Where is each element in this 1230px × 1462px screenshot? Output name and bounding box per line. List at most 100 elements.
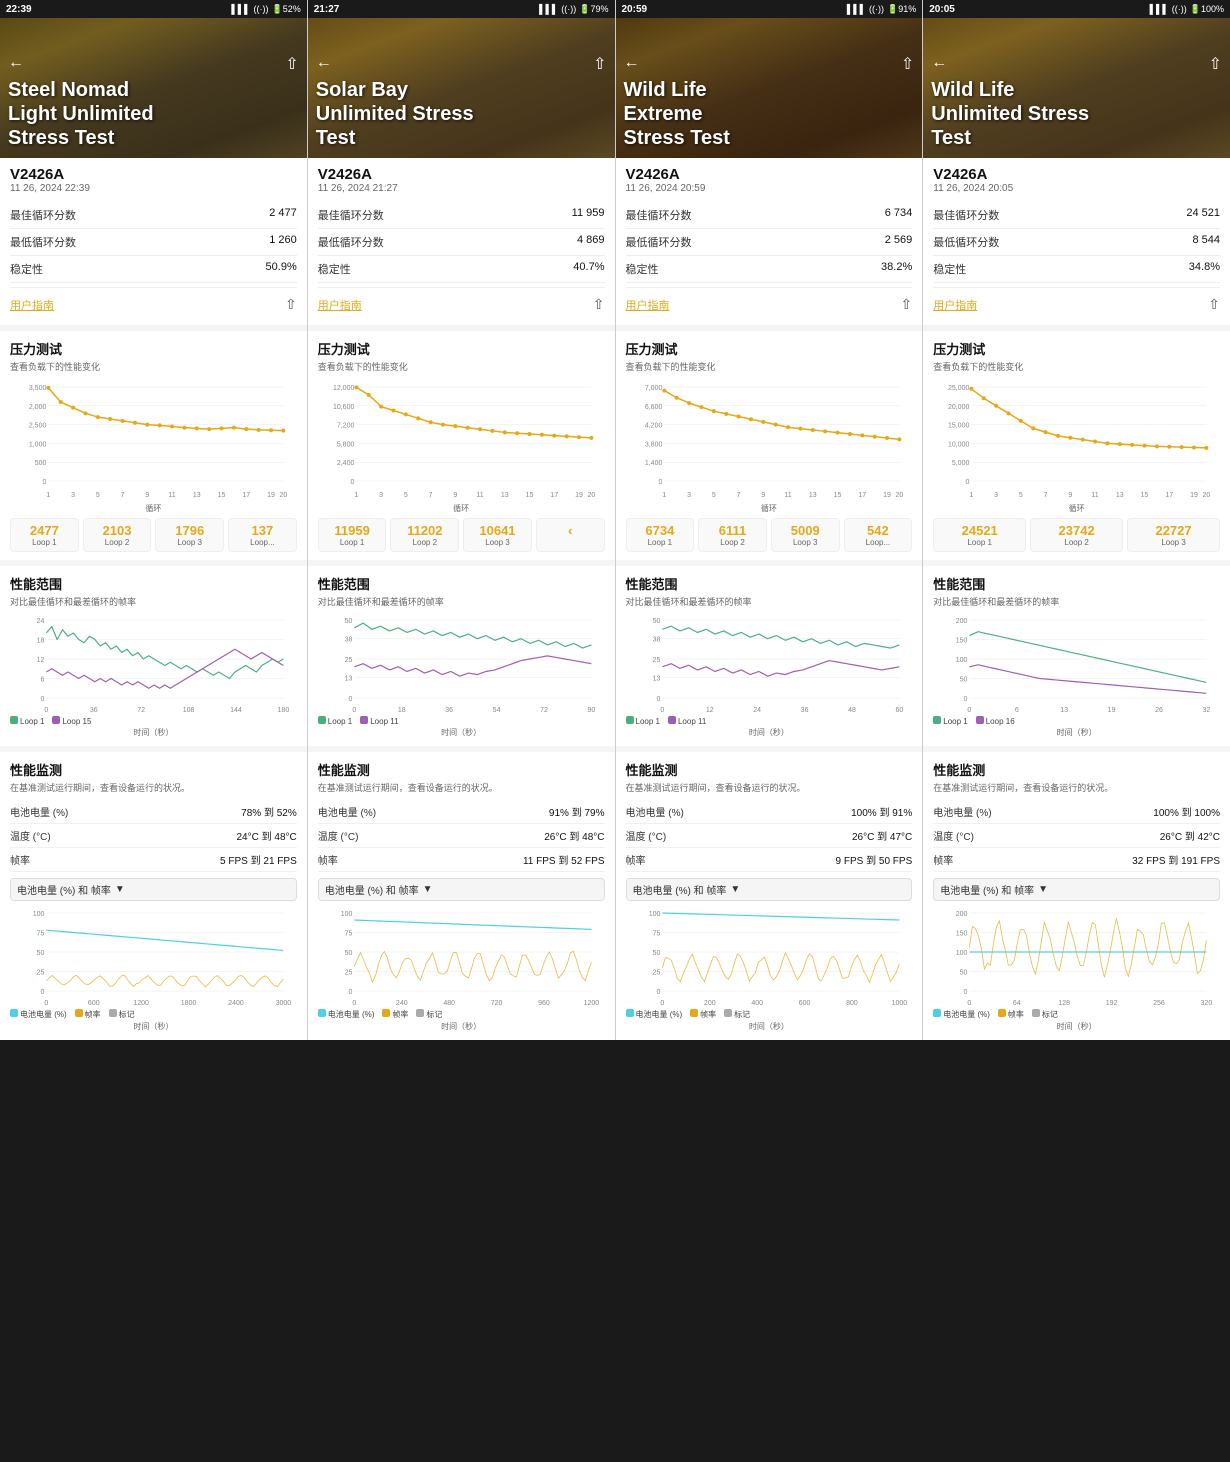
battery-dropdown[interactable]: 电池电量 (%) 和 帧率 ▼ [933, 878, 1220, 901]
svg-text:9: 9 [145, 492, 149, 499]
monitor-label: 电池电量 (%) [10, 804, 68, 819]
share-icon[interactable]: ⇧ [285, 296, 297, 313]
svg-text:18: 18 [37, 638, 45, 645]
back-icon[interactable]: ← [624, 54, 640, 74]
loop-label-1: Loop 1 [14, 538, 75, 547]
battery-dropdown[interactable]: 电池电量 (%) 和 帧率 ▼ [318, 878, 605, 901]
range-section: 性能范围 对比最佳循环和最差循环的帧率 01325385001836547290… [308, 566, 615, 746]
pressure-subtitle: 查看负载下的性能变化 [626, 360, 913, 373]
battery-chart: 050100150200064128192256320 [933, 907, 1220, 1007]
svg-text:13: 13 [808, 492, 816, 499]
svg-text:3000: 3000 [276, 1000, 292, 1007]
svg-text:72: 72 [137, 707, 145, 714]
range-section: 性能范围 对比最佳循环和最差循环的帧率 05010015020006131926… [923, 566, 1230, 746]
loop-value-3: 1796 Loop 3 [155, 518, 224, 552]
user-guide-link[interactable]: 用户指南 [933, 297, 977, 313]
monitor-row: 帧率 32 FPS 到 191 FPS [933, 848, 1220, 872]
stat-value: 11 959 [572, 207, 605, 223]
svg-text:7: 7 [121, 492, 125, 499]
stat-value: 34.8% [1189, 261, 1220, 277]
svg-text:36: 36 [90, 707, 98, 714]
svg-text:0: 0 [656, 989, 660, 996]
battery-legend: 电池电量 (%)帧率标记 [626, 1009, 913, 1020]
monitor-title: 性能监测 [10, 760, 297, 779]
share-header-icon[interactable]: ⇧ [901, 54, 914, 74]
loop-label-2: Loop 2 [394, 538, 455, 547]
user-guide-link[interactable]: 用户指南 [626, 297, 670, 313]
back-icon[interactable]: ← [8, 54, 24, 74]
wifi-icon: ((·)) [1172, 4, 1187, 14]
battery-legend-item: 标记 [416, 1009, 442, 1020]
monitor-subtitle: 在基准测试运行期间，查看设备运行的状况。 [10, 781, 297, 794]
svg-text:36: 36 [800, 707, 808, 714]
status-bar: 20:59 ▌▌▌ ((·)) 🔋91% [616, 0, 923, 18]
svg-text:7: 7 [428, 492, 432, 499]
range-section: 性能范围 对比最佳循环和最差循环的帧率 01325385001224364860… [616, 566, 923, 746]
svg-text:12: 12 [37, 657, 45, 664]
range-title: 性能范围 [318, 574, 605, 593]
loop-label-2: Loop 2 [1034, 538, 1119, 547]
svg-text:108: 108 [183, 707, 195, 714]
pressure-xlabel: 循环 [318, 503, 605, 514]
loop-value-3: 10641 Loop 3 [463, 518, 532, 552]
svg-text:0: 0 [352, 1000, 356, 1007]
svg-text:0: 0 [40, 696, 44, 703]
range-legend-loop2: Loop 16 [976, 716, 1015, 726]
svg-text:256: 256 [1153, 1000, 1165, 1007]
stat-value: 2 569 [885, 234, 913, 250]
device-name: V2426A [933, 166, 1220, 183]
monitor-label: 电池电量 (%) [318, 804, 376, 819]
svg-text:25,000: 25,000 [948, 385, 970, 392]
svg-text:20: 20 [895, 492, 903, 499]
svg-text:36: 36 [445, 707, 453, 714]
header: ← ⇧ Solar BayUnlimited StressTest [308, 18, 615, 158]
status-time: 20:59 [622, 4, 648, 15]
device-date: 11 26, 2024 20:59 [626, 183, 913, 194]
device-date: 11 26, 2024 20:05 [933, 183, 1220, 194]
pressure-section: 压力测试 查看负载下的性能变化 05001,0002,5002,0003,500… [0, 331, 307, 560]
svg-text:25: 25 [652, 970, 660, 977]
svg-text:1: 1 [354, 492, 358, 499]
share-icon[interactable]: ⇧ [593, 296, 605, 313]
svg-text:2400: 2400 [228, 1000, 244, 1007]
stat-row: 最低循环分数 4 869 [318, 229, 605, 256]
svg-text:19: 19 [883, 492, 891, 499]
range-title: 性能范围 [626, 574, 913, 593]
svg-text:17: 17 [242, 492, 250, 499]
share-icon[interactable]: ⇧ [1208, 296, 1220, 313]
battery-icon: 🔋91% [887, 4, 916, 15]
stat-row: 稳定性 38.2% [626, 256, 913, 283]
svg-text:15: 15 [1141, 492, 1149, 499]
pressure-chart: 05001,0002,5002,0003,5001357911131517192… [10, 379, 297, 499]
svg-text:75: 75 [652, 931, 660, 938]
svg-text:5: 5 [404, 492, 408, 499]
svg-text:50: 50 [344, 618, 352, 625]
monitor-value: 91% 到 79% [549, 804, 605, 819]
range-xlabel: 时间（秒） [10, 727, 297, 738]
svg-text:13: 13 [501, 492, 509, 499]
back-icon[interactable]: ← [931, 54, 947, 74]
battery-dropdown[interactable]: 电池电量 (%) 和 帧率 ▼ [626, 878, 913, 901]
share-icon[interactable]: ⇧ [901, 296, 913, 313]
dropdown-arrow-icon: ▼ [115, 884, 125, 895]
user-guide-link[interactable]: 用户指南 [318, 297, 362, 313]
monitor-label: 温度 (°C) [10, 828, 51, 843]
stat-row: 最佳循环分数 24 521 [933, 202, 1220, 229]
status-time: 21:27 [314, 4, 340, 15]
svg-text:10,600: 10,600 [333, 404, 355, 411]
share-header-icon[interactable]: ⇧ [593, 54, 606, 74]
loop-num-2: 23742 [1034, 523, 1119, 538]
svg-text:2,500: 2,500 [29, 423, 47, 430]
status-icons: ▌▌▌ ((·)) 🔋91% [847, 4, 916, 15]
stat-label: 最低循环分数 [626, 234, 692, 250]
stat-label: 最佳循环分数 [626, 207, 692, 223]
share-header-icon[interactable]: ⇧ [285, 54, 298, 74]
header-nav: ← ⇧ [8, 54, 299, 74]
battery-dropdown[interactable]: 电池电量 (%) 和 帧率 ▼ [10, 878, 297, 901]
loop-value-4: ‹ [536, 518, 605, 552]
svg-text:6: 6 [1015, 707, 1019, 714]
wifi-icon: ((·)) [561, 4, 576, 14]
share-header-icon[interactable]: ⇧ [1209, 54, 1222, 74]
back-icon[interactable]: ← [316, 54, 332, 74]
user-guide-link[interactable]: 用户指南 [10, 297, 54, 313]
